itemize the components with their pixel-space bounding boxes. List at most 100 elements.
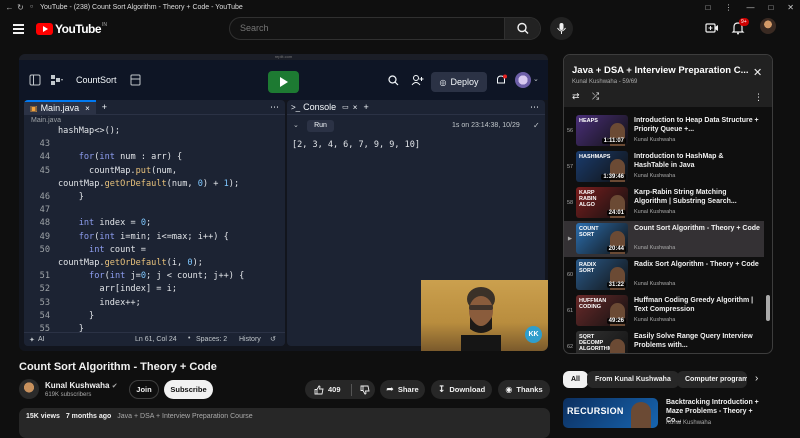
channel-watermark[interactable]: KK xyxy=(525,326,542,343)
playlist-video-title: Introduction to Heap Data Structure + Pr… xyxy=(634,117,759,133)
close-window-icon[interactable]: ✕ xyxy=(787,3,794,12)
playlist-video-title: Karp-Rabin String Matching Algorithm | S… xyxy=(634,189,737,205)
playlist-index: 60 xyxy=(566,272,574,278)
video-player[interactable]: replit.com CountSort ◎ Deploy ⌄ ▣ Main.j… xyxy=(19,54,548,351)
cast-icon[interactable]: □ xyxy=(706,3,711,12)
chip-0[interactable]: All xyxy=(563,371,588,388)
playlist-item[interactable]: 58 KARP RABIN ALGO 24:01 Karp-Rabin String … xyxy=(564,185,764,221)
playlist-thumbnail: HASHMAPS 1:39:46 xyxy=(576,151,628,182)
playlist-index: 58 xyxy=(566,200,574,206)
window-title: YouTube - (238) Count Sort Algorithm - T… xyxy=(40,3,243,11)
deploy-icon: ◎ xyxy=(439,77,447,87)
search-input[interactable] xyxy=(240,23,500,33)
like-button[interactable]: 409 xyxy=(314,385,341,395)
channel-avatar[interactable] xyxy=(19,379,39,399)
video-duration: 31:22 xyxy=(606,282,626,288)
search-button[interactable] xyxy=(504,18,540,39)
share-label: Share xyxy=(397,385,419,394)
run-status: Run xyxy=(307,120,334,132)
thumbnail-text: COUNT SORT xyxy=(579,226,599,238)
console-more-icon: ⋯ xyxy=(530,101,539,112)
youtube-wordmark: YouTube xyxy=(55,22,102,36)
join-button[interactable]: Join xyxy=(129,380,159,399)
playlist-item[interactable]: 62 SQRT DECOMP ALGORITHM Easily Solve Rang… xyxy=(564,329,764,353)
chip-2[interactable]: Computer program xyxy=(677,371,747,388)
code-line: for(int i=min; i<=max; i++) { xyxy=(78,231,229,242)
run-time: 1s on 23:14:38, 10/29 xyxy=(452,122,520,129)
subscribe-button[interactable]: Subscribe xyxy=(164,380,213,399)
playlist-link[interactable]: Java + DSA + Interview Preparation Cours… xyxy=(117,413,252,420)
deploy-label: Deploy xyxy=(450,77,479,87)
minimize-icon[interactable]: — xyxy=(746,3,754,12)
notification-icon xyxy=(497,74,507,84)
line-number: 54 xyxy=(39,310,50,321)
youtube-logo[interactable]: YouTube IN xyxy=(36,22,107,36)
chip-1[interactable]: From Kunal Kushwaha xyxy=(587,371,679,388)
playlist-more-icon[interactable]: ⋮ xyxy=(754,92,763,103)
video-title: Count Sort Algorithm - Theory + Code xyxy=(19,361,217,373)
playlist-item[interactable]: 61 HUFFMAN CODING 49:26 Huffman Coding Gree… xyxy=(564,293,764,329)
status-spaces: Spaces: 2 xyxy=(196,336,228,343)
playlist-video-channel: Kunal Kushwaha xyxy=(634,317,676,323)
playlist-item[interactable]: ▶ COUNT SORT 20:44 Count Sort Algorithm - T… xyxy=(564,221,764,257)
refresh-icon[interactable]: ↻ xyxy=(15,3,26,12)
code-line: for(int j=0; j < count; j++) { xyxy=(89,271,245,282)
loop-icon[interactable]: ⇄ xyxy=(572,91,580,102)
thanks-icon: ◉ xyxy=(505,385,513,394)
line-number: 46 xyxy=(39,192,50,202)
thumbs-up-icon xyxy=(314,385,324,394)
playlist-thumbnail: HEAPS 1:11:07 xyxy=(576,115,628,146)
database-icon xyxy=(130,74,141,86)
recommended-channel[interactable]: Kunal Kushwaha xyxy=(666,420,711,426)
close-playlist-icon[interactable]: ✕ xyxy=(753,66,762,79)
channel-name[interactable]: Kunal Kushwaha ✔ xyxy=(45,381,118,390)
deploy-button: ◎ Deploy xyxy=(431,72,487,92)
playlist-item[interactable]: 56 HEAPS 1:11:07 Introduction to Heap Data … xyxy=(564,113,764,149)
share-button[interactable]: ➦ Share xyxy=(380,380,425,399)
line-number: 47 xyxy=(39,205,50,216)
chips-next-icon[interactable]: › xyxy=(755,373,758,384)
playlist-thumbnail: KARP RABIN ALGO 24:01 xyxy=(576,187,628,218)
playlist-item[interactable]: 60 RADIX SORT 31:22 Radix Sort Algorithm - … xyxy=(564,257,764,293)
presenter-image xyxy=(461,287,501,351)
recommended-thumbnail[interactable]: RECURSION xyxy=(563,398,658,428)
console-tabs: >_ Console ▭ × + ⋯ xyxy=(287,100,545,115)
playlist-title[interactable]: Java + DSA + Interview Preparation C... xyxy=(572,65,749,76)
back-icon[interactable]: ← xyxy=(4,3,15,12)
region-code: IN xyxy=(102,22,108,28)
maximize-icon[interactable]: □ xyxy=(768,3,773,12)
like-count: 409 xyxy=(328,385,341,394)
window-titlebar: ← ↻ ○ YouTube - (238) Count Sort Algorit… xyxy=(0,0,800,14)
line-number: 44 xyxy=(39,152,50,163)
history-icon: ↺ xyxy=(270,336,276,343)
java-file-icon: ▣ xyxy=(30,103,38,113)
description-box[interactable]: 15K views 7 months ago Java + DSA + Inte… xyxy=(19,408,550,438)
lock-icon: ○ xyxy=(29,4,34,10)
playlist-thumbnail: HUFFMAN CODING 49:26 xyxy=(576,295,628,326)
playlist-video-channel: Kunal Kushwaha xyxy=(634,137,676,143)
download-button[interactable]: ↧ Download xyxy=(431,380,492,399)
youtube-header: YouTube IN 9+ xyxy=(0,14,800,44)
thumbs-down-icon[interactable] xyxy=(360,385,370,395)
playlist-thumbnail: SQRT DECOMP ALGORITHM xyxy=(576,331,628,353)
playlist-item[interactable]: 57 HASHMAPS 1:39:46 Introduction to HashMap… xyxy=(564,149,764,185)
shuffle-icon[interactable]: ⤮ xyxy=(592,91,599,102)
playlist-video-channel: Kunal Kushwaha xyxy=(634,173,676,179)
user-avatar[interactable] xyxy=(760,18,776,34)
like-dislike-group: 409 xyxy=(305,380,375,399)
thanks-button[interactable]: ◉ Thanks xyxy=(498,380,550,399)
code-line: countMap.put(num, xyxy=(58,165,178,176)
status-history: History xyxy=(239,336,261,343)
search-icon xyxy=(388,75,399,86)
playlist-scrollbar[interactable] xyxy=(766,295,770,321)
voice-search-button[interactable] xyxy=(550,17,573,40)
line-number: 51 xyxy=(39,271,50,282)
menu-icon[interactable] xyxy=(13,24,24,34)
pin-icon[interactable]: ⋮ xyxy=(724,3,732,12)
thumbnail-text: HEAPS xyxy=(579,118,598,124)
repl-icon xyxy=(51,75,63,85)
status-ai: AI xyxy=(38,336,45,343)
create-icon[interactable] xyxy=(705,21,719,35)
playlist-video-title: Radix Sort Algorithm - Theory + Code xyxy=(634,261,759,268)
editor-tabs: ▣ Main.java × + ⋯ xyxy=(24,100,285,115)
